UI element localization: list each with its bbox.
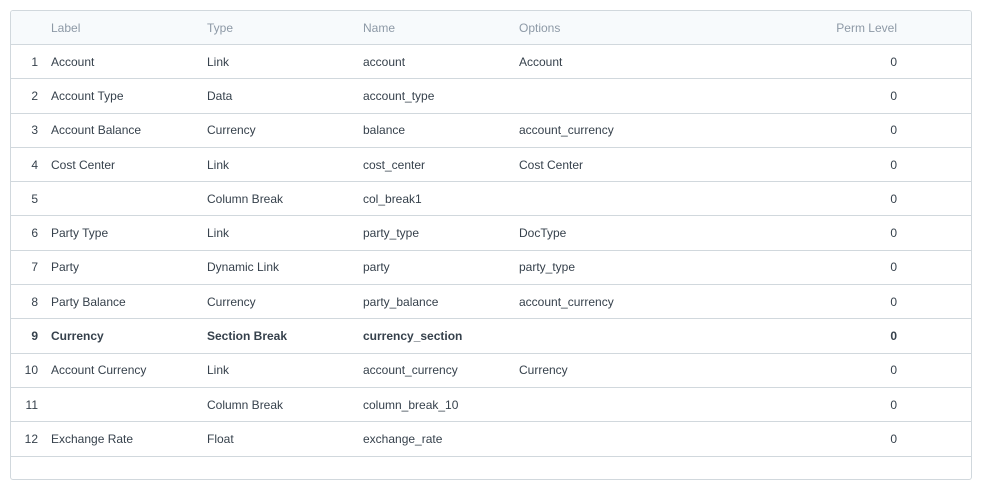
row-index: 6 — [31, 226, 38, 241]
row-index: 9 — [31, 329, 38, 344]
field-name-cell[interactable]: currency_section — [363, 319, 513, 352]
field-label-cell[interactable]: Party Balance — [51, 285, 201, 318]
row-index: 1 — [31, 54, 38, 69]
field-options-cell[interactable] — [519, 319, 719, 352]
field-options-cell[interactable]: account_currency — [519, 285, 719, 318]
field-options-cell[interactable]: party_type — [519, 251, 719, 284]
field-perm-level-cell[interactable]: 0 — [731, 251, 897, 284]
column-header-options[interactable]: Options — [519, 11, 719, 44]
column-header-label[interactable]: Label — [51, 11, 201, 44]
field-perm-level-cell[interactable]: 0 — [731, 45, 897, 78]
field-type-cell[interactable]: Column Break — [207, 182, 357, 215]
field-options-cell[interactable]: Account — [519, 45, 719, 78]
field-type-cell[interactable]: Link — [207, 148, 357, 181]
row-index: 3 — [31, 123, 38, 138]
row-index: 11 — [25, 397, 38, 412]
field-perm-level-cell[interactable]: 0 — [731, 182, 897, 215]
field-label-cell[interactable]: Account — [51, 45, 201, 78]
row-index: 7 — [31, 260, 38, 275]
table-row[interactable]: 1 Account Link account Account 0 — [11, 45, 971, 80]
field-type-cell[interactable]: Column Break — [207, 388, 357, 421]
column-header-name[interactable]: Name — [363, 11, 513, 44]
table-row[interactable]: 9 Currency Section Break currency_sectio… — [11, 319, 971, 354]
field-options-cell[interactable] — [519, 388, 719, 421]
field-options-cell[interactable]: Currency — [519, 354, 719, 387]
field-perm-level-cell[interactable]: 0 — [731, 285, 897, 318]
field-name-cell[interactable]: account_currency — [363, 354, 513, 387]
field-options-cell[interactable] — [519, 79, 719, 112]
fields-grid: Label Type Name Options Perm Level 1 Acc… — [10, 10, 972, 480]
table-row[interactable]: 6 Party Type Link party_type DocType 0 — [11, 216, 971, 251]
row-index: 5 — [31, 191, 38, 206]
field-type-cell[interactable]: Dynamic Link — [207, 251, 357, 284]
table-row[interactable]: 10 Account Currency Link account_currenc… — [11, 354, 971, 388]
field-type-cell[interactable]: Link — [207, 216, 357, 249]
table-row[interactable]: 12 Exchange Rate Float exchange_rate 0 — [11, 422, 971, 457]
column-header-type[interactable]: Type — [207, 11, 357, 44]
field-type-cell[interactable]: Data — [207, 79, 357, 112]
grid-header-row: Label Type Name Options Perm Level — [11, 11, 971, 45]
field-name-cell[interactable]: party — [363, 251, 513, 284]
field-name-cell[interactable]: col_break1 — [363, 182, 513, 215]
table-row[interactable]: 8 Party Balance Currency party_balance a… — [11, 285, 971, 320]
field-name-cell[interactable]: party_type — [363, 216, 513, 249]
field-type-cell[interactable]: Float — [207, 422, 357, 455]
field-type-cell[interactable]: Currency — [207, 114, 357, 147]
table-row[interactable]: 3 Account Balance Currency balance accou… — [11, 114, 971, 148]
table-row[interactable]: 5 Column Break col_break1 0 — [11, 182, 971, 217]
table-row[interactable]: 11 Column Break column_break_10 0 — [11, 388, 971, 423]
row-index: 4 — [31, 157, 38, 172]
field-label-cell[interactable]: Currency — [51, 319, 201, 352]
field-options-cell[interactable]: DocType — [519, 216, 719, 249]
field-type-cell[interactable]: Link — [207, 45, 357, 78]
row-index: 12 — [24, 431, 38, 446]
field-label-cell[interactable]: Party — [51, 251, 201, 284]
field-type-cell[interactable]: Link — [207, 354, 357, 387]
grid-body: 1 Account Link account Account 0 2 Accou… — [11, 45, 971, 457]
field-perm-level-cell[interactable]: 0 — [731, 422, 897, 455]
field-perm-level-cell[interactable]: 0 — [731, 354, 897, 387]
field-name-cell[interactable]: party_balance — [363, 285, 513, 318]
table-row[interactable]: 4 Cost Center Link cost_center Cost Cent… — [11, 148, 971, 183]
field-options-cell[interactable] — [519, 182, 719, 215]
field-label-cell[interactable]: Account Currency — [51, 354, 201, 387]
column-header-perm-level[interactable]: Perm Level — [731, 11, 897, 44]
field-name-cell[interactable]: cost_center — [363, 148, 513, 181]
row-index: 2 — [31, 88, 38, 103]
field-label-cell[interactable] — [51, 182, 201, 215]
field-perm-level-cell[interactable]: 0 — [731, 148, 897, 181]
field-perm-level-cell[interactable]: 0 — [731, 388, 897, 421]
field-perm-level-cell[interactable]: 0 — [731, 79, 897, 112]
field-label-cell[interactable]: Account Type — [51, 79, 201, 112]
field-name-cell[interactable]: column_break_10 — [363, 388, 513, 421]
field-name-cell[interactable]: account_type — [363, 79, 513, 112]
field-perm-level-cell[interactable]: 0 — [731, 319, 897, 352]
field-label-cell[interactable]: Cost Center — [51, 148, 201, 181]
row-index: 10 — [24, 363, 38, 378]
field-type-cell[interactable]: Currency — [207, 285, 357, 318]
field-name-cell[interactable]: exchange_rate — [363, 422, 513, 455]
field-name-cell[interactable]: account — [363, 45, 513, 78]
field-options-cell[interactable]: Cost Center — [519, 148, 719, 181]
row-index: 8 — [31, 294, 38, 309]
field-perm-level-cell[interactable]: 0 — [731, 114, 897, 147]
field-options-cell[interactable] — [519, 422, 719, 455]
field-label-cell[interactable]: Account Balance — [51, 114, 201, 147]
field-label-cell[interactable]: Exchange Rate — [51, 422, 201, 455]
field-options-cell[interactable]: account_currency — [519, 114, 719, 147]
field-name-cell[interactable]: balance — [363, 114, 513, 147]
field-perm-level-cell[interactable]: 0 — [731, 216, 897, 249]
field-label-cell[interactable] — [51, 388, 201, 421]
table-row[interactable]: 2 Account Type Data account_type 0 — [11, 79, 971, 114]
table-row[interactable]: 7 Party Dynamic Link party party_type 0 — [11, 251, 971, 286]
field-type-cell[interactable]: Section Break — [207, 319, 357, 352]
field-label-cell[interactable]: Party Type — [51, 216, 201, 249]
